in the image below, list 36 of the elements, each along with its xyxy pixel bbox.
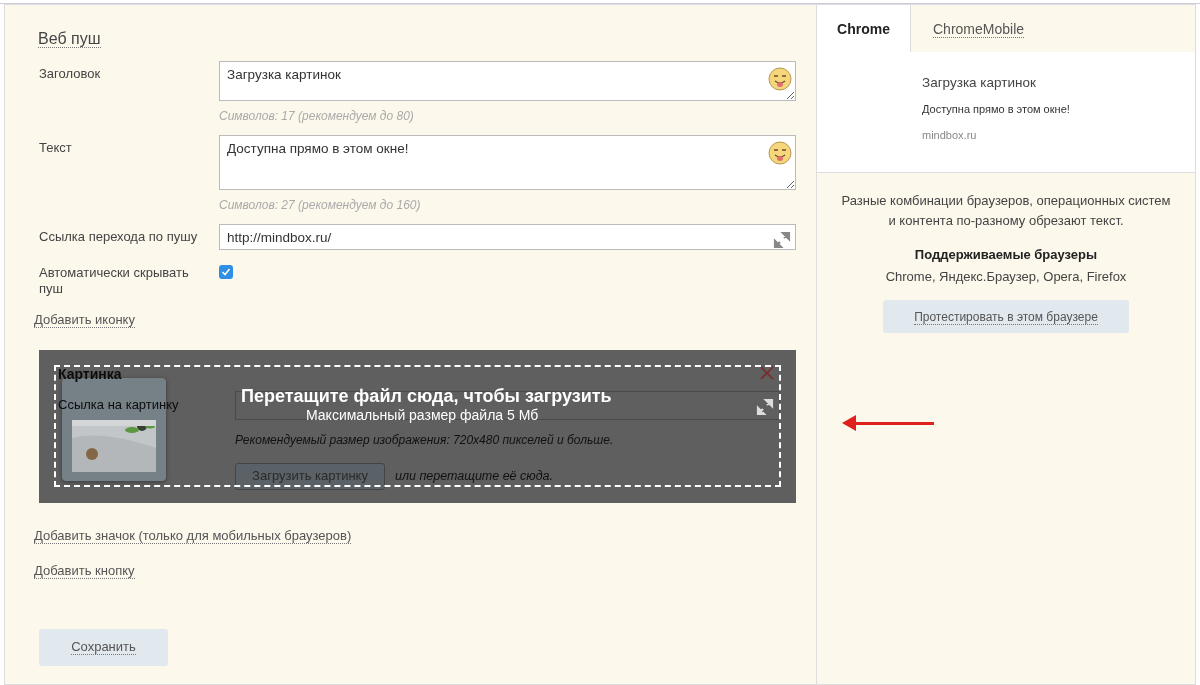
field-label: Текст: [38, 139, 73, 157]
add-link[interactable]: Добавить кнопку: [34, 563, 135, 580]
notification-domain: mindbox.ru: [922, 127, 978, 143]
supported-list: Chrome, Яндекс.Браузер, Opera, Firefox: [837, 266, 1175, 287]
text-area[interactable]: Загрузка картинок: [219, 61, 796, 101]
save-button[interactable]: Сохранить: [39, 628, 168, 666]
arrow-icon: [840, 413, 936, 433]
hint-text: Символов: 27 (рекомендуем до 160): [219, 197, 422, 214]
notification-title: Загрузка картинок: [922, 74, 1037, 92]
supported-title: Поддерживаемые браузеры: [913, 246, 1099, 265]
info-text: Разные комбинации браузеров, операционных систем и контента по-разному обрезают текст.: [841, 192, 1171, 231]
text-area[interactable]: Доступна прямо в этом окне!: [219, 135, 796, 190]
expand-icon[interactable]: [756, 396, 774, 417]
add-link[interactable]: Добавить значок (только для мобильных браузеров): [34, 527, 352, 544]
smiley-icon[interactable]: [768, 141, 792, 165]
smiley-icon[interactable]: [768, 67, 792, 91]
hint-text: Символов: 17 (рекомендуем до 80): [219, 108, 415, 125]
input-field[interactable]: http://mindbox.ru/: [219, 224, 796, 250]
expand-icon[interactable]: [773, 229, 791, 249]
drop-title: Перетащите файл сюда, чтобы загрузить: [241, 386, 612, 407]
hint-text: Рекомендуемый размер изображения: 720x480 пикселей и больше.: [235, 431, 614, 449]
browser-tab[interactable]: Chrome: [817, 5, 911, 52]
drop-subtitle: Максимальный размер файла 5 Мб: [306, 407, 539, 424]
browser-tab[interactable]: ChromeMobile: [933, 5, 1025, 52]
field-label: Автоматически скрывать пуш: [38, 264, 190, 297]
close-icon[interactable]: [760, 365, 774, 380]
add-icon-link[interactable]: Добавить иконку: [34, 312, 135, 329]
section-title[interactable]: Веб пуш: [38, 30, 101, 48]
field-label: Заголовок: [38, 65, 102, 83]
notification-text: Доступна прямо в этом окне!: [922, 102, 1071, 118]
checkbox[interactable]: [219, 265, 233, 279]
field-label: Ссылка перехода по пушу: [38, 228, 199, 246]
field-label: Ссылка на картинку: [58, 396, 179, 412]
drop-note: или перетащите её сюда.: [395, 467, 554, 485]
block-title: Картинка: [58, 365, 122, 382]
test-button[interactable]: Протестировать в этом браузере: [883, 300, 1129, 334]
